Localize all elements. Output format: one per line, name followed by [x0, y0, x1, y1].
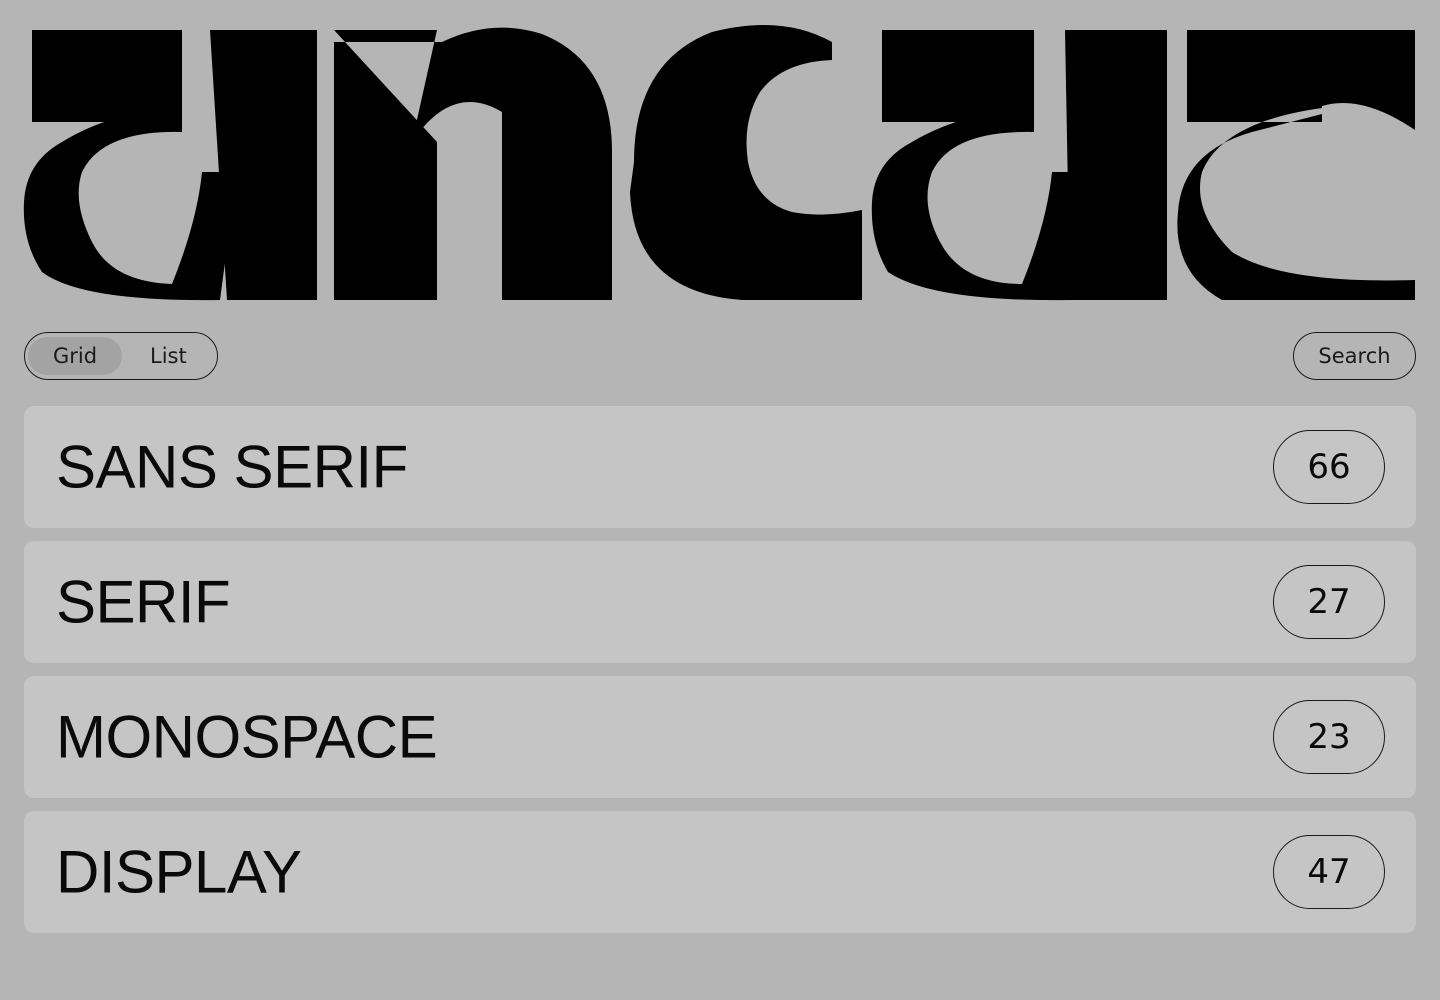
count-badge: 23 — [1273, 700, 1385, 774]
grid-view-button[interactable]: Grid — [28, 337, 122, 375]
category-row-display[interactable]: DISPLAY 47 — [24, 811, 1416, 933]
logo-wordmark-graphic — [23, 24, 1415, 301]
category-row-monospace[interactable]: MONOSPACE 23 — [24, 676, 1416, 798]
search-button[interactable]: Search — [1293, 332, 1416, 380]
view-toggle: Grid List — [24, 332, 218, 380]
toolbar: Grid List Search — [24, 332, 1416, 382]
category-name: SANS SERIF — [56, 433, 408, 501]
list-view-button[interactable]: List — [122, 337, 187, 375]
category-row-serif[interactable]: SERIF 27 — [24, 541, 1416, 663]
count-badge: 27 — [1273, 565, 1385, 639]
category-name: SERIF — [56, 568, 231, 636]
category-list: SANS SERIF 66 SERIF 27 MONOSPACE 23 DISP… — [24, 406, 1416, 946]
category-name: DISPLAY — [56, 838, 302, 906]
brand-logo[interactable] — [22, 22, 1418, 304]
category-row-sans-serif[interactable]: SANS SERIF 66 — [24, 406, 1416, 528]
count-badge: 47 — [1273, 835, 1385, 909]
count-badge: 66 — [1273, 430, 1385, 504]
category-name: MONOSPACE — [56, 703, 438, 771]
